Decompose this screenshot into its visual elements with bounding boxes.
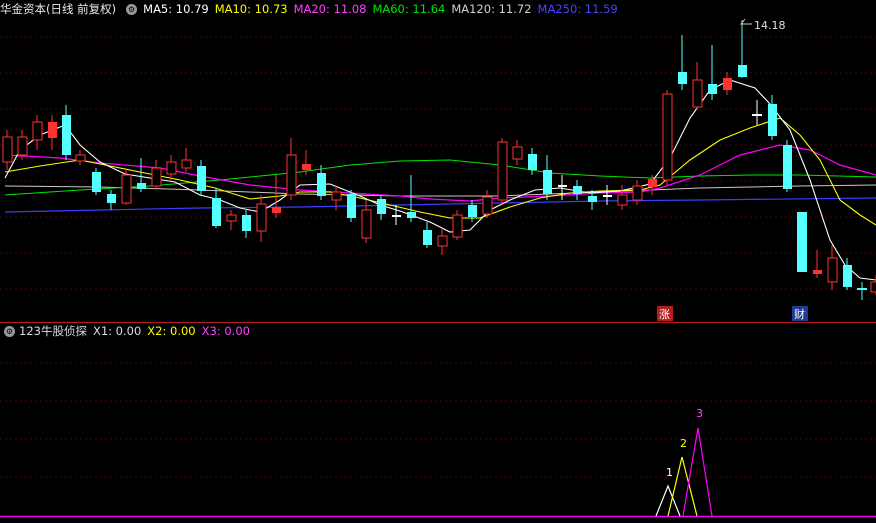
peak-pointer — [739, 18, 752, 25]
candle — [407, 212, 416, 218]
candle — [692, 79, 703, 108]
label-2: 2 — [680, 437, 687, 450]
candle — [331, 191, 342, 201]
candle — [783, 145, 792, 189]
candle — [423, 230, 432, 245]
candle — [317, 173, 326, 196]
candle — [662, 93, 673, 181]
candle — [738, 65, 747, 77]
candle — [377, 199, 386, 214]
candle — [528, 154, 537, 170]
candle — [617, 194, 628, 206]
candle — [62, 115, 71, 155]
candle — [75, 154, 86, 162]
candle — [48, 122, 57, 138]
candle — [2, 136, 13, 163]
candle — [468, 205, 477, 217]
label-1: 1 — [666, 466, 673, 479]
x3-value: X3: 0.00 — [201, 324, 250, 338]
candle — [588, 196, 597, 202]
candle — [92, 172, 101, 192]
candle — [392, 215, 401, 217]
indicator-gear-icon[interactable]: ⚙ — [4, 326, 15, 337]
candle — [256, 203, 267, 232]
indicator-grid — [0, 362, 876, 478]
candle — [286, 154, 297, 196]
candle — [452, 214, 463, 238]
candle — [843, 265, 852, 287]
candle — [558, 185, 567, 187]
candle — [482, 196, 493, 215]
candle — [347, 194, 356, 218]
candle — [107, 194, 116, 203]
ma20-line — [4, 144, 876, 202]
x3-line — [682, 427, 713, 517]
candle — [32, 121, 43, 141]
candle — [121, 174, 132, 204]
indicator-header: ⚙ 123牛股侦探 X1: 0.00 X2: 0.00 X3: 0.00 — [0, 322, 256, 340]
candle — [242, 215, 251, 231]
candle — [212, 198, 221, 226]
candle — [603, 195, 612, 197]
candle — [827, 257, 838, 283]
candle — [302, 164, 311, 170]
candle — [151, 167, 162, 187]
candle — [543, 170, 552, 194]
candle — [137, 183, 146, 189]
marker-cai[interactable]: 财 — [794, 307, 805, 321]
candle — [226, 214, 237, 222]
marker-zhang[interactable]: 涨 — [659, 308, 670, 321]
peak-price-label: 14.18 — [754, 19, 786, 32]
main-candlestick-chart[interactable]: 14.18 涨 财 — [0, 0, 876, 323]
candle — [197, 166, 206, 191]
candle — [752, 114, 762, 116]
candle — [768, 104, 777, 136]
x1-line — [655, 484, 681, 517]
candle — [708, 84, 717, 94]
candle — [497, 141, 508, 201]
candle — [181, 159, 192, 169]
indicator-title: 123牛股侦探 — [19, 324, 87, 338]
candle — [648, 179, 657, 187]
candle — [512, 146, 523, 160]
candle — [17, 136, 28, 156]
candle — [166, 161, 177, 175]
candle — [632, 185, 643, 201]
label-3: 3 — [696, 407, 703, 420]
candle — [797, 212, 807, 272]
candle — [723, 78, 732, 90]
x1-value: X1: 0.00 — [92, 324, 142, 338]
ma60-line — [4, 159, 876, 196]
candle — [573, 186, 582, 194]
candle — [272, 207, 281, 213]
candle — [437, 235, 448, 247]
candle — [870, 281, 876, 293]
candle — [678, 72, 687, 84]
indicator-chart[interactable]: 1 2 3 — [0, 340, 876, 523]
candle — [361, 209, 372, 239]
candle — [813, 270, 822, 274]
ma5-line — [4, 79, 876, 281]
candle — [857, 288, 867, 290]
x2-value: X2: 0.00 — [147, 324, 196, 338]
